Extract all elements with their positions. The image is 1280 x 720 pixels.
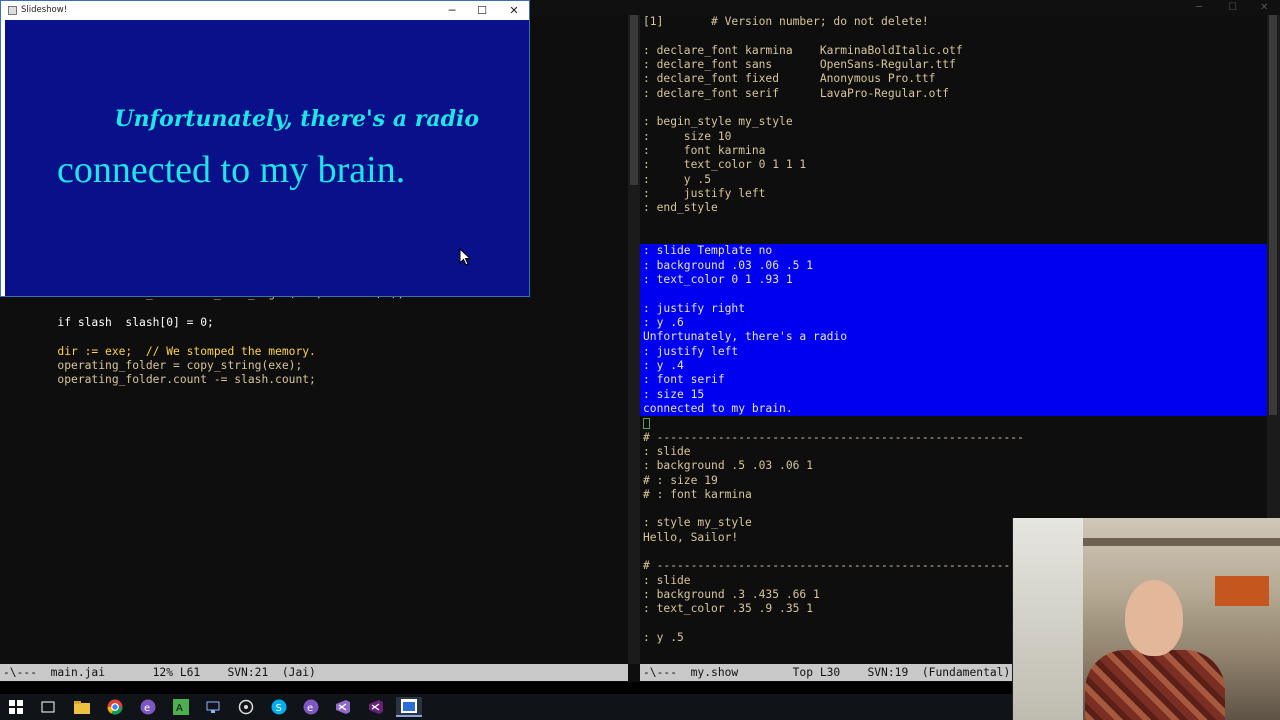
right-code-line[interactable] xyxy=(640,230,1267,244)
right-code-line[interactable]: : background .5 .03 .06 1 xyxy=(640,459,1267,473)
svg-text:e: e xyxy=(307,703,313,714)
chrome-icon[interactable] xyxy=(102,697,128,717)
app-icon xyxy=(8,6,17,15)
window-title: Slideshow! xyxy=(21,5,68,15)
right-code-line[interactable]: : justify left xyxy=(640,344,1267,359)
start-icon[interactable] xyxy=(3,697,29,717)
right-code-line[interactable]: # : font karmina xyxy=(640,488,1267,502)
task-view-icon[interactable] xyxy=(35,697,61,717)
svg-text:S: S xyxy=(276,703,282,714)
webcam-overlay xyxy=(1012,518,1280,720)
left-code-line[interactable]: operating_folder.count -= slash.count; xyxy=(0,373,628,387)
svg-text:A: A xyxy=(176,703,183,714)
webcam-person-head xyxy=(1125,580,1183,656)
taskbar: e A S e xyxy=(0,694,1012,720)
right-code-line[interactable]: : font serif xyxy=(640,373,1267,388)
left-code-line[interactable] xyxy=(0,302,628,316)
left-modeline: -\--- main.jai 12% L61 SVN:21 (Jai) xyxy=(0,664,628,681)
right-code-line[interactable]: : declare_font fixed Anonymous Pro.ttf xyxy=(640,72,1267,86)
close-icon[interactable]: ✕ xyxy=(1260,0,1268,15)
right-code-line[interactable] xyxy=(640,29,1267,43)
right-code-line[interactable]: : declare_font serif LavaPro-Regular.otf xyxy=(640,87,1267,101)
skype-icon[interactable]: S xyxy=(266,697,292,717)
left-code-line[interactable]: operating_folder = copy_string(exe); xyxy=(0,359,628,373)
close-button[interactable]: ✕ xyxy=(499,1,529,20)
right-code-line[interactable]: : y .5 xyxy=(640,173,1267,187)
webcam-window-light xyxy=(1013,518,1083,720)
slide-canvas[interactable]: Unfortunately, there's a radio connected… xyxy=(5,20,529,296)
right-code-line[interactable] xyxy=(640,416,1267,430)
system-icon[interactable] xyxy=(233,697,259,717)
right-code-line[interactable]: [1] # Version number; do not delete! xyxy=(640,15,1267,29)
right-code-line[interactable]: : size 15 xyxy=(640,387,1267,402)
right-code-line[interactable]: # : size 19 xyxy=(640,474,1267,488)
right-code-line[interactable]: Unfortunately, there's a radio xyxy=(640,330,1267,345)
left-code-line[interactable]: if slash slash[0] = 0; xyxy=(0,316,628,330)
right-code-line[interactable]: : size 10 xyxy=(640,130,1267,144)
right-code-line[interactable]: : begin_style my_style xyxy=(640,115,1267,129)
slideshow-title-bar[interactable]: Slideshow! ─ ☐ ✕ xyxy=(1,1,529,20)
right-code-line[interactable]: : slide Template no xyxy=(640,244,1267,259)
svg-text:e: e xyxy=(144,703,150,714)
slide-text-line-2: connected to my brain. xyxy=(57,149,406,191)
minimize-button[interactable]: ─ xyxy=(437,1,467,20)
emacs-icon[interactable]: e xyxy=(135,697,161,717)
right-code-line[interactable]: : slide xyxy=(640,445,1267,459)
webcam-person-body xyxy=(1085,650,1225,720)
network-icon[interactable] xyxy=(200,697,226,717)
left-code-line[interactable] xyxy=(0,330,628,344)
visual-studio-icon[interactable] xyxy=(330,697,356,717)
right-code-line[interactable]: # --------------------------------------… xyxy=(640,431,1267,445)
right-code-line[interactable]: connected to my brain. xyxy=(640,401,1267,417)
text-cursor xyxy=(643,417,650,429)
right-scrollbar-thumb[interactable] xyxy=(1269,15,1277,415)
right-code-line[interactable]: : declare_font sans OpenSans-Regular.ttf xyxy=(640,58,1267,72)
right-code-line[interactable]: : end_style xyxy=(640,201,1267,215)
file-explorer-icon[interactable] xyxy=(69,697,95,717)
emacs-icon-2[interactable]: e xyxy=(298,697,324,717)
maximize-button[interactable]: ☐ xyxy=(467,1,497,20)
right-code-line[interactable]: : declare_font karmina KarminaBoldItalic… xyxy=(640,44,1267,58)
right-code-line[interactable] xyxy=(640,101,1267,115)
app-icon[interactable]: A xyxy=(168,697,194,717)
webcam-ceiling-beam xyxy=(1083,538,1280,546)
right-code-line[interactable] xyxy=(640,287,1267,302)
right-code-line[interactable]: : y .6 xyxy=(640,315,1267,331)
right-code-line[interactable]: : font karmina xyxy=(640,144,1267,158)
right-code-line[interactable]: : justify right xyxy=(640,301,1267,316)
slideshow-icon[interactable] xyxy=(396,697,422,717)
left-scrollbar[interactable] xyxy=(628,15,640,664)
mouse-pointer-icon xyxy=(459,248,471,266)
slideshow-window[interactable]: Slideshow! ─ ☐ ✕ Unfortunately, there's … xyxy=(0,0,530,297)
right-code-line[interactable]: : text_color 0 1 .93 1 xyxy=(640,272,1267,288)
right-code-line[interactable] xyxy=(640,502,1267,516)
right-code-line[interactable]: : y .4 xyxy=(640,358,1267,374)
right-code-line[interactable]: : justify left xyxy=(640,187,1267,201)
right-code-line[interactable]: : background .03 .06 .5 1 xyxy=(640,258,1267,273)
left-code-line[interactable]: dir := exe; // We stomped the memory. xyxy=(0,345,628,359)
visual-studio-icon-2[interactable] xyxy=(363,697,389,717)
slide-text-line-1: Unfortunately, there's a radio xyxy=(114,106,479,132)
webcam-wall-art xyxy=(1215,576,1269,606)
right-code-line[interactable]: : text_color 0 1 1 1 xyxy=(640,158,1267,172)
left-scrollbar-thumb[interactable] xyxy=(630,15,638,185)
minimize-icon[interactable]: ─ xyxy=(1196,0,1202,15)
right-code-line[interactable] xyxy=(640,216,1267,230)
maximize-icon[interactable]: ☐ xyxy=(1228,0,1237,15)
